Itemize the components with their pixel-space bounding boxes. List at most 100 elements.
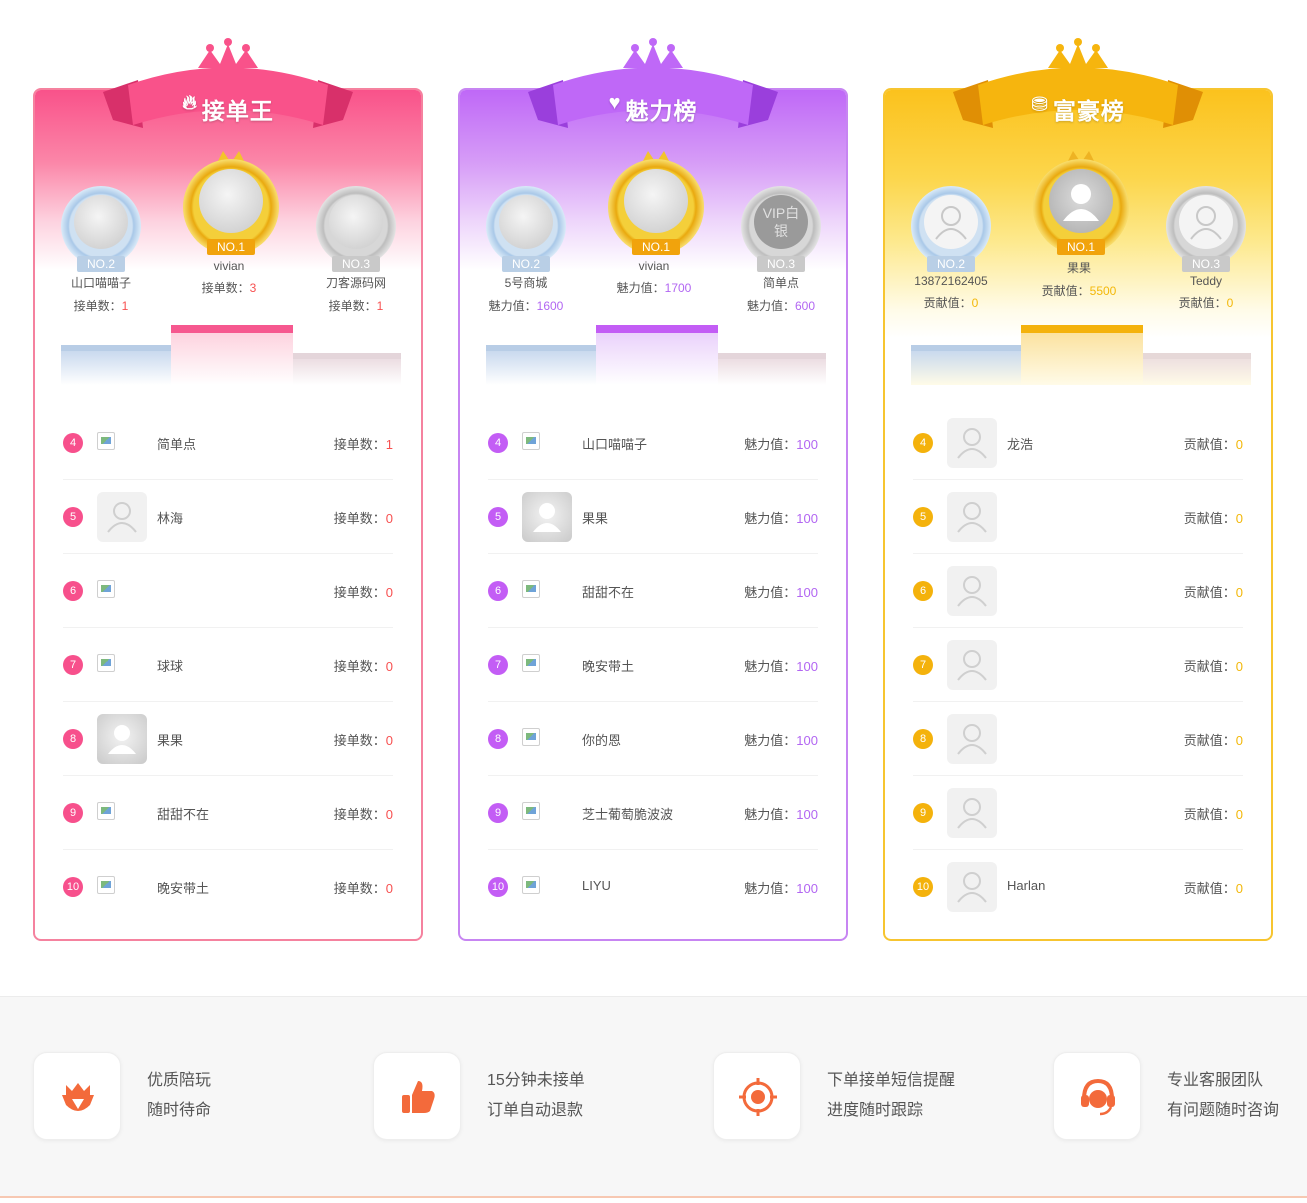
user-name[interactable]: 龙浩: [1007, 434, 1033, 453]
list-item[interactable]: 6 接单数：0: [63, 554, 393, 628]
rank-badge: 5: [913, 507, 933, 527]
avatar[interactable]: [97, 802, 115, 820]
thumbs-up-icon: [402, 1081, 435, 1113]
list-item[interactable]: 10 晚安带土 接单数：0: [63, 850, 393, 924]
feature-icon-box: [1053, 1052, 1141, 1140]
rank-badge: 7: [913, 655, 933, 675]
avatar[interactable]: [522, 728, 540, 746]
feature-line1: 15分钟未接单: [487, 1072, 585, 1089]
score-value: 0: [385, 585, 393, 600]
avatar[interactable]: [522, 876, 540, 894]
avatar[interactable]: [522, 492, 572, 542]
avatar[interactable]: [947, 788, 997, 838]
avatar[interactable]: VIP白银: [754, 195, 808, 249]
avatar[interactable]: [624, 169, 688, 233]
user-name[interactable]: 果果: [582, 508, 608, 527]
avatar[interactable]: [97, 492, 147, 542]
avatar[interactable]: [522, 432, 540, 450]
score-value: 100: [796, 807, 818, 822]
avatar[interactable]: [97, 432, 115, 450]
user-name[interactable]: 你的恩: [582, 730, 621, 749]
avatar[interactable]: [1179, 195, 1233, 249]
podium-first: NO.1 果果 贡献值：5500: [1029, 145, 1129, 299]
score-value: 100: [796, 659, 818, 674]
list-item[interactable]: 10 LIYU 魅力值：100: [488, 850, 818, 924]
podium-score: 1: [376, 299, 384, 313]
avatar[interactable]: [199, 169, 263, 233]
list-item[interactable]: 4 山口喵喵子 魅力值：100: [488, 406, 818, 480]
user-name[interactable]: 林海: [157, 508, 183, 527]
board-banner: 🔥︎ 接单王: [103, 30, 353, 140]
avatar[interactable]: [522, 654, 540, 672]
list-item[interactable]: 9 贡献值：0: [913, 776, 1243, 850]
user-name[interactable]: 晚安带土: [582, 656, 634, 675]
avatar[interactable]: [97, 714, 147, 764]
feature-icon-box: [713, 1052, 801, 1140]
avatar[interactable]: [947, 640, 997, 690]
rank-badge: 4: [488, 433, 508, 453]
list-item[interactable]: 7 球球 接单数：0: [63, 628, 393, 702]
rank-ribbon: NO.2: [926, 256, 976, 272]
list-item[interactable]: 5 贡献值：0: [913, 480, 1243, 554]
podium-steps: [61, 315, 401, 385]
user-name[interactable]: 球球: [157, 656, 183, 675]
headset-icon: [1081, 1078, 1115, 1116]
score-value: 0: [1235, 807, 1243, 822]
user-name[interactable]: 山口喵喵子: [582, 434, 647, 453]
rank-badge: 10: [63, 877, 83, 897]
avatar[interactable]: [499, 195, 553, 249]
avatar[interactable]: [329, 195, 383, 249]
flame-icon: 🔥︎: [182, 92, 198, 114]
list-item[interactable]: 5 林海 接单数：0: [63, 480, 393, 554]
avatar[interactable]: [74, 195, 128, 249]
rank-badge: 9: [488, 803, 508, 823]
avatar[interactable]: [947, 862, 997, 912]
avatar[interactable]: [947, 566, 997, 616]
list-item[interactable]: 5 果果 魅力值：100: [488, 480, 818, 554]
list-item[interactable]: 9 芝士葡萄脆波波 魅力值：100: [488, 776, 818, 850]
avatar[interactable]: [97, 580, 115, 598]
avatar[interactable]: [97, 876, 115, 894]
board-banner: ⛃ 富豪榜: [953, 30, 1203, 140]
avatar[interactable]: [947, 492, 997, 542]
avatar[interactable]: [97, 654, 115, 672]
board-title: 富豪榜: [1052, 98, 1125, 124]
list-item[interactable]: 4 简单点 接单数：1: [63, 406, 393, 480]
user-name[interactable]: LIYU: [582, 878, 611, 893]
avatar[interactable]: [947, 418, 997, 468]
coins-icon: ⛃: [1031, 94, 1049, 116]
list-item[interactable]: 8 你的恩 魅力值：100: [488, 702, 818, 776]
board-charm: ♥ 魅力榜 NO.2 5号商城 魅力值：1600 NO.1 vivian 魅力值…: [458, 38, 848, 941]
avatar[interactable]: [1049, 169, 1113, 233]
rank-ribbon: NO.3: [756, 256, 806, 272]
board-title: 魅力榜: [625, 98, 698, 124]
podium-name: vivian: [213, 259, 245, 273]
list-item[interactable]: 7 贡献值：0: [913, 628, 1243, 702]
list-item[interactable]: 8 果果 接单数：0: [63, 702, 393, 776]
user-name[interactable]: 甜甜不在: [582, 582, 634, 601]
list-item[interactable]: 6 甜甜不在 魅力值：100: [488, 554, 818, 628]
user-name[interactable]: 晚安带土: [157, 878, 209, 897]
user-name[interactable]: Harlan: [1007, 878, 1045, 893]
list-item[interactable]: 6 贡献值：0: [913, 554, 1243, 628]
list-item[interactable]: 7 晚安带土 魅力值：100: [488, 628, 818, 702]
user-name[interactable]: 果果: [157, 730, 183, 749]
score-value: 100: [796, 585, 818, 600]
user-name[interactable]: 甜甜不在: [157, 804, 209, 823]
score-value: 0: [1235, 733, 1243, 748]
rank-badge: 4: [63, 433, 83, 453]
rank-badge: 10: [488, 877, 508, 897]
list-item[interactable]: 10 Harlan 贡献值：0: [913, 850, 1243, 924]
podium-first: NO.1 vivian 接单数：3: [179, 145, 279, 296]
podium-second: NO.2 5号商城 魅力值：1600: [478, 182, 574, 314]
avatar[interactable]: [522, 580, 540, 598]
avatar[interactable]: [924, 195, 978, 249]
user-name[interactable]: 简单点: [157, 434, 196, 453]
list-item[interactable]: 8 贡献值：0: [913, 702, 1243, 776]
user-name[interactable]: 芝士葡萄脆波波: [582, 804, 673, 823]
list-item[interactable]: 9 甜甜不在 接单数：0: [63, 776, 393, 850]
list-item[interactable]: 4 龙浩 贡献值：0: [913, 406, 1243, 480]
avatar[interactable]: [947, 714, 997, 764]
avatar[interactable]: [522, 802, 540, 820]
score-value: 0: [1235, 659, 1243, 674]
